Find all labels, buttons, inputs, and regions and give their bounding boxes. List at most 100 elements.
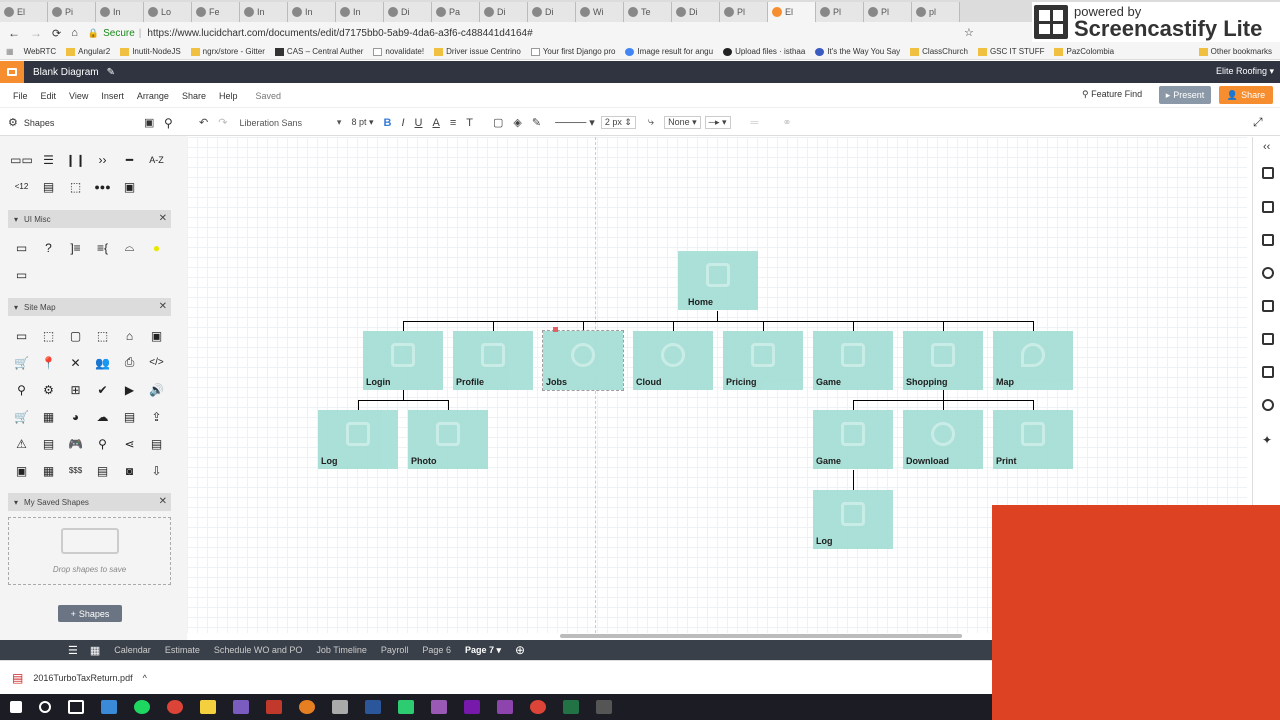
menu-help[interactable]: Help bbox=[219, 91, 238, 101]
magic-wand-icon[interactable]: ✦ bbox=[1262, 433, 1272, 447]
other-bookmarks[interactable]: Other bookmarks bbox=[1198, 47, 1272, 56]
add-page-icon[interactable]: ⊕ bbox=[515, 643, 525, 657]
bookmark[interactable]: Upload files · isthaa bbox=[723, 47, 805, 56]
photo-icon[interactable]: ▣ bbox=[8, 457, 35, 484]
dashed-rect-icon[interactable]: ⬚ bbox=[35, 322, 62, 349]
bookmark[interactable]: ClassChurch bbox=[910, 47, 968, 56]
chat-icon[interactable] bbox=[1262, 366, 1274, 378]
pie-chart-icon[interactable]: ◕ bbox=[62, 403, 89, 430]
browser-tab[interactable]: Pa bbox=[432, 2, 480, 22]
bold-icon[interactable]: B bbox=[384, 117, 392, 129]
bookmark[interactable]: Driver issue Centrino bbox=[434, 47, 521, 56]
print-icon[interactable]: ⎙ bbox=[116, 349, 143, 376]
search-icon[interactable] bbox=[39, 701, 51, 713]
align-icon[interactable]: ≡ bbox=[450, 117, 456, 129]
circle-icon[interactable]: ● bbox=[143, 234, 170, 261]
sitemap-node-log[interactable]: Log bbox=[318, 410, 398, 469]
close-x-icon[interactable]: ✕ bbox=[62, 349, 89, 376]
sort-az-icon[interactable]: A-Z bbox=[143, 146, 170, 173]
page-tab-estimate[interactable]: Estimate bbox=[165, 645, 200, 655]
gear-icon[interactable]: ⚙ bbox=[8, 116, 18, 129]
lucidchart-menu-icon[interactable] bbox=[0, 61, 24, 83]
redo-icon[interactable]: ↷ bbox=[218, 116, 227, 129]
price-icon[interactable]: $$$ bbox=[62, 457, 89, 484]
gamepad-icon[interactable]: 🎮 bbox=[62, 430, 89, 457]
panel-icon[interactable]: ▤ bbox=[35, 173, 62, 200]
database-icon[interactable] bbox=[1262, 399, 1274, 411]
horizontal-scrollbar[interactable] bbox=[560, 634, 962, 638]
url-text[interactable]: https://www.lucidchart.com/documents/edi… bbox=[147, 28, 532, 39]
password-icon[interactable]: ●●● bbox=[89, 173, 116, 200]
sitemap-node-cloud[interactable]: Cloud bbox=[633, 331, 713, 390]
sitemap-node-shopping[interactable]: Shopping bbox=[903, 331, 983, 390]
presentation-icon[interactable] bbox=[1262, 234, 1274, 246]
page-tab-job-timeline[interactable]: Job Timeline bbox=[316, 645, 367, 655]
gear-icon[interactable]: ⚙ bbox=[35, 376, 62, 403]
text-options-icon[interactable]: T bbox=[466, 117, 473, 129]
account-menu[interactable]: Elite Roofing ▾ bbox=[1216, 66, 1274, 77]
distribute-icon[interactable]: ═ bbox=[751, 117, 759, 129]
browser-tab-active[interactable]: El bbox=[768, 2, 816, 22]
vs-icon[interactable] bbox=[233, 700, 249, 714]
window-icon[interactable]: ▭ bbox=[8, 261, 35, 288]
forward-icon[interactable]: → bbox=[30, 26, 42, 40]
edit-title-icon[interactable]: ✎ bbox=[107, 67, 115, 78]
pause-icon[interactable]: ❙❙ bbox=[62, 146, 89, 173]
browser-tab[interactable]: In bbox=[240, 2, 288, 22]
camera-icon[interactable]: ◙ bbox=[116, 457, 143, 484]
browser-tab[interactable]: El bbox=[0, 2, 48, 22]
menu-edit[interactable]: Edit bbox=[41, 91, 57, 101]
sitemap-node-download[interactable]: Download bbox=[903, 410, 983, 469]
article-icon[interactable]: ▤ bbox=[35, 430, 62, 457]
browser-tab[interactable]: Fe bbox=[192, 2, 240, 22]
saved-shapes-dropzone[interactable]: Drop shapes to save bbox=[8, 517, 171, 585]
present-button[interactable]: ▸ Present bbox=[1159, 86, 1211, 104]
line-width-stepper[interactable]: 2 px ⇕ bbox=[600, 116, 636, 129]
line-color-icon[interactable]: ✎ bbox=[532, 116, 541, 129]
app-icon[interactable] bbox=[497, 700, 513, 714]
section-my-saved-shapes[interactable]: ▾ My Saved Shapes ✕ bbox=[8, 493, 171, 511]
gallery-icon[interactable]: ▦ bbox=[35, 457, 62, 484]
collapse-panel-icon[interactable]: ‹‹ bbox=[1263, 141, 1270, 153]
app-icon[interactable] bbox=[596, 700, 612, 714]
share-button[interactable]: 👤 Share bbox=[1219, 86, 1273, 104]
app-icon[interactable] bbox=[431, 700, 447, 714]
download-cloud-icon[interactable]: ⇩ bbox=[143, 457, 170, 484]
help-icon[interactable]: ? bbox=[35, 234, 62, 261]
browser-tab[interactable]: pl bbox=[912, 2, 960, 22]
section-site-map[interactable]: ▾ Site Map ✕ bbox=[8, 298, 171, 316]
sitemap-node-login[interactable]: Login bbox=[363, 331, 443, 390]
bookmark[interactable]: GSC IT STUFF bbox=[977, 47, 1044, 56]
slider-icon[interactable]: ━ bbox=[116, 146, 143, 173]
fullscreen-icon[interactable]: ⤢ bbox=[1253, 115, 1263, 130]
italic-icon[interactable]: I bbox=[401, 117, 404, 129]
sitemap-icon[interactable]: ⊞ bbox=[62, 376, 89, 403]
bookmark[interactable]: ngrx/store - Gitter bbox=[190, 47, 265, 56]
bookmark[interactable]: It's the Way You Say bbox=[815, 47, 900, 56]
sitemap-node-jobs[interactable]: Jobs bbox=[542, 327, 624, 391]
toggle-icon[interactable]: ▭ bbox=[8, 234, 35, 261]
page-tab-calendar[interactable]: Calendar bbox=[114, 645, 151, 655]
dashed-panel-icon[interactable]: ⬚ bbox=[62, 173, 89, 200]
page-grid-icon[interactable]: ▦ bbox=[90, 644, 100, 657]
close-icon[interactable]: ✕ bbox=[159, 496, 167, 507]
browser-tab[interactable]: Wi bbox=[576, 2, 624, 22]
font-select[interactable]: Liberation Sans ▾ bbox=[239, 115, 341, 131]
close-icon[interactable]: ✕ bbox=[159, 213, 167, 224]
sitemap-node-home[interactable]: Home bbox=[678, 251, 758, 310]
browser-tab[interactable]: Lo bbox=[144, 2, 192, 22]
page-tab-page-6[interactable]: Page 6 bbox=[422, 645, 451, 655]
chrome-icon[interactable] bbox=[167, 700, 183, 714]
bookmark[interactable]: Your first Django pro bbox=[530, 47, 615, 56]
border-icon[interactable]: ▢ bbox=[493, 116, 503, 129]
sitemap-node-print[interactable]: Print bbox=[993, 410, 1073, 469]
browser-tab[interactable]: Pl bbox=[720, 2, 768, 22]
back-icon[interactable]: ← bbox=[8, 26, 20, 40]
sitemap-node-pricing[interactable]: Pricing bbox=[723, 331, 803, 390]
search-icon[interactable]: ⚲ bbox=[164, 116, 173, 130]
home-icon[interactable]: ⌂ bbox=[116, 322, 143, 349]
comments-icon[interactable] bbox=[1262, 201, 1274, 213]
chevron-up-icon[interactable]: ^ bbox=[143, 673, 147, 683]
browser-tab[interactable]: In bbox=[96, 2, 144, 22]
sitemap-node-log-child[interactable]: Log bbox=[813, 490, 893, 549]
